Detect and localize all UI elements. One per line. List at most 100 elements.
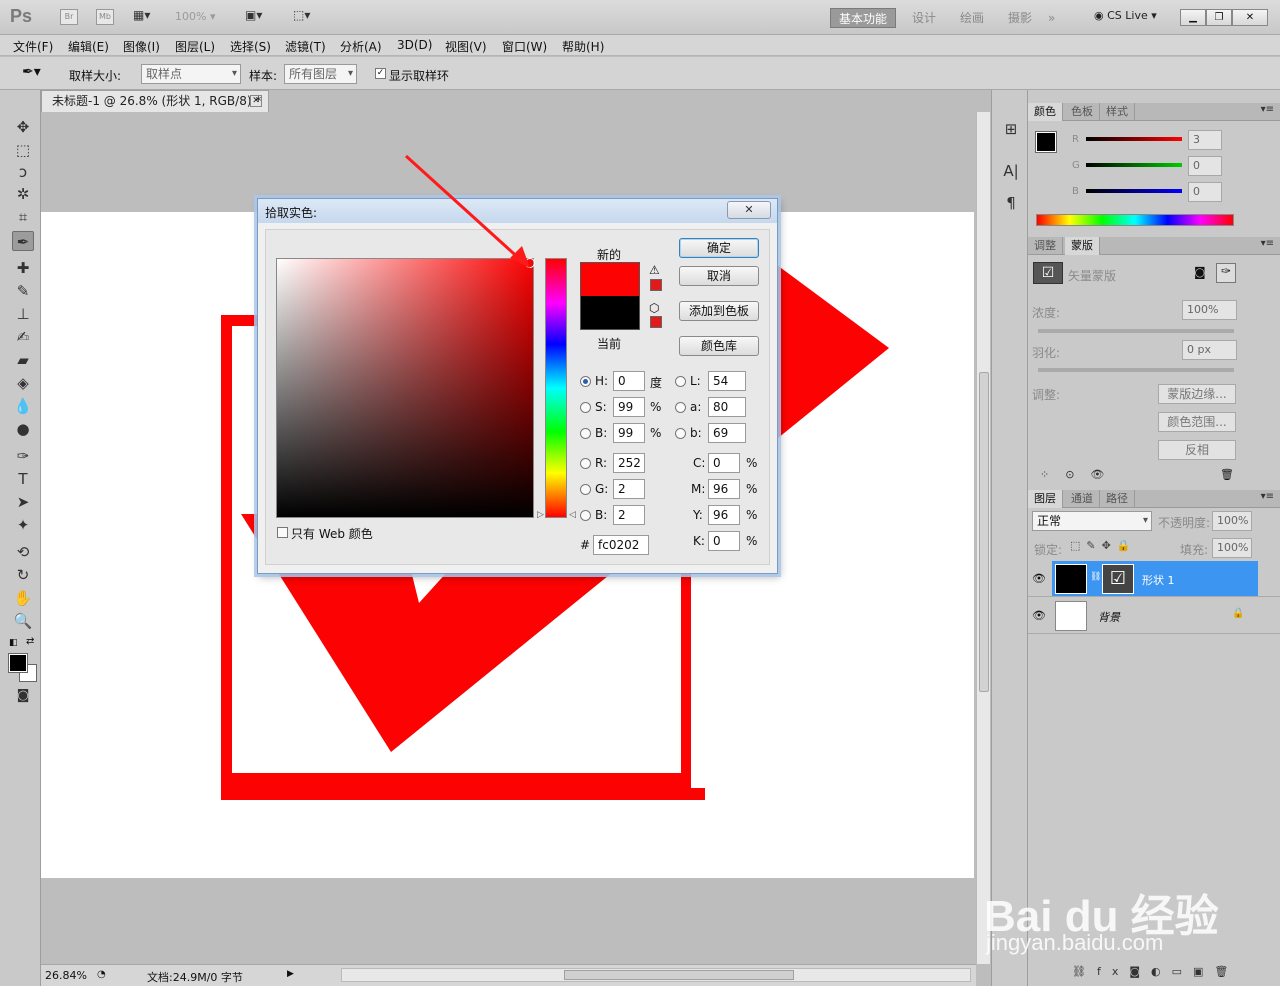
menu-help[interactable]: 帮助(H) (562, 38, 604, 55)
hue-radio[interactable] (580, 376, 591, 387)
web-safe-swatch[interactable] (650, 316, 662, 328)
arrange-documents-button[interactable]: ▣▾ (245, 8, 273, 26)
not-web-safe-icon[interactable]: ⬡ (649, 301, 659, 315)
hex-field[interactable]: fc0202 (593, 535, 649, 555)
tab-adjustments[interactable]: 调整 (1028, 237, 1063, 255)
add-to-swatches-button[interactable]: 添加到色板 (679, 301, 759, 321)
vertical-scroll-thumb[interactable] (979, 372, 989, 692)
magenta-field[interactable]: 96 (708, 479, 740, 499)
pixel-mask-icon[interactable]: ◙ (1194, 265, 1206, 279)
blue-radio[interactable] (580, 510, 591, 521)
density-field[interactable]: 100% (1182, 300, 1237, 320)
fill-field[interactable]: 100% (1212, 538, 1252, 558)
sample-select[interactable]: 所有图层 (284, 64, 357, 84)
paint-bucket-tool-icon[interactable]: ◈ (12, 373, 34, 393)
restore-button[interactable]: ❐ (1206, 9, 1232, 26)
menu-image[interactable]: 图像(I) (123, 38, 160, 55)
zoom-readout[interactable]: 26.84% (45, 969, 87, 982)
tab-swatches[interactable]: 色板 (1065, 103, 1100, 121)
paragraph-panel-icon[interactable]: ¶ (1000, 192, 1022, 214)
layers-list-item[interactable]: 👁 ⛓ ☑ 形状 1 (1028, 561, 1280, 597)
status-menu-icon[interactable]: ◔ (97, 969, 106, 980)
menu-window[interactable]: 窗口(W) (502, 38, 547, 55)
lightness-field[interactable]: 54 (708, 371, 746, 391)
custom-shape-tool-icon[interactable]: ✦ (12, 515, 34, 535)
hue-slider[interactable] (545, 258, 567, 518)
eyedropper-preset-icon[interactable]: ✒▾ (22, 64, 41, 80)
sample-size-select[interactable]: 取样点 (141, 64, 241, 84)
g-value-field[interactable]: 0 (1188, 156, 1222, 176)
visibility-eye-icon[interactable]: 👁 (1032, 609, 1046, 622)
workspace-essentials[interactable]: 基本功能 (830, 8, 897, 28)
dialog-close-button[interactable]: ✕ (727, 201, 771, 219)
vector-mask-icon[interactable]: ✑ (1216, 263, 1236, 283)
tab-masks[interactable]: 蒙版 (1065, 237, 1100, 255)
tab-layers[interactable]: 图层 (1028, 490, 1063, 508)
launch-minibridge-button[interactable]: Mb (96, 9, 114, 25)
default-colors-icon[interactable]: ◧ (9, 638, 18, 648)
history-panel-icon[interactable]: ⊞ (1000, 118, 1022, 140)
move-tool-icon[interactable]: ✥ (12, 117, 34, 137)
panel-menu-icon[interactable]: ▾≡ (1261, 238, 1274, 249)
menu-edit[interactable]: 编辑(E) (68, 38, 109, 55)
lasso-tool-icon[interactable]: ↄ (12, 162, 34, 182)
brush-tool-icon[interactable]: ✎ (12, 281, 34, 301)
opacity-field[interactable]: 100% (1212, 511, 1252, 531)
red-field[interactable]: 252 (613, 453, 645, 473)
color-spectrum-ramp[interactable] (1036, 214, 1234, 226)
mask-edge-button[interactable]: 蒙版边缘... (1158, 384, 1236, 404)
saturation-radio[interactable] (580, 402, 591, 413)
foreground-color-swatch[interactable] (8, 653, 28, 673)
workspace-painting[interactable]: 绘画 (952, 8, 992, 28)
3d-orbit-tool-icon[interactable]: ↻ (12, 565, 34, 585)
screen-mode-button[interactable]: ⬚▾ (293, 8, 321, 26)
blur-tool-icon[interactable]: 💧 (12, 396, 34, 416)
quick-mask-icon[interactable]: ◙ (12, 686, 34, 706)
close-window-button[interactable]: ✕ (1232, 9, 1268, 26)
a-channel-radio[interactable] (675, 402, 686, 413)
saturation-brightness-field[interactable] (276, 258, 534, 518)
panel-menu-icon[interactable]: ▾≡ (1261, 104, 1274, 115)
color-picker-cursor[interactable] (525, 258, 535, 268)
status-expand-arrow-icon[interactable]: ▶ (287, 969, 294, 979)
b-slider[interactable] (1086, 189, 1182, 193)
cs-live-menu[interactable]: ◉ CS Live ▾ (1094, 9, 1157, 22)
horizontal-scroll-thumb[interactable] (564, 970, 794, 980)
healing-brush-tool-icon[interactable]: ✚ (12, 258, 34, 278)
ok-button[interactable]: 确定 (679, 238, 759, 258)
mask-link-icon[interactable]: ⛓ (1090, 572, 1101, 582)
menu-layer[interactable]: 图层(L) (175, 38, 215, 55)
r-slider[interactable] (1086, 137, 1182, 141)
launch-bridge-button[interactable]: Br (60, 9, 78, 25)
green-radio[interactable] (580, 484, 591, 495)
feather-slider[interactable] (1038, 368, 1234, 372)
color-libraries-button[interactable]: 颜色库 (679, 336, 759, 356)
menu-view[interactable]: 视图(V) (445, 38, 487, 55)
swap-colors-icon[interactable]: ⇄ (26, 636, 34, 647)
view-extras-button[interactable]: ▦▾ (133, 8, 161, 26)
b-value-field[interactable]: 0 (1188, 182, 1222, 202)
feather-field[interactable]: 0 px (1182, 340, 1237, 360)
eraser-tool-icon[interactable]: ▰ (12, 350, 34, 370)
invert-button[interactable]: 反相 (1158, 440, 1236, 460)
g-slider[interactable] (1086, 163, 1182, 167)
quick-selection-tool-icon[interactable]: ✲ (12, 184, 34, 204)
tab-channels[interactable]: 通道 (1065, 490, 1100, 508)
hue-slider-left-arrow-icon[interactable]: ▷ (537, 510, 544, 520)
green-field[interactable]: 2 (613, 479, 645, 499)
eyedropper-tool-icon[interactable]: ✒ (12, 231, 34, 251)
zoom-level-select[interactable]: 100% ▾ (175, 10, 215, 23)
layers-list-item[interactable]: 👁 背景 🔒 (1028, 598, 1280, 634)
dialog-titlebar[interactable]: 拾取实色: ✕ (258, 199, 777, 223)
saturation-field[interactable]: 99 (613, 397, 645, 417)
more-workspaces-button[interactable]: » (1040, 8, 1063, 28)
horizontal-scrollbar[interactable] (341, 968, 971, 982)
panel-menu-icon[interactable]: ▾≡ (1261, 491, 1274, 502)
menu-3d[interactable]: 3D(D) (397, 38, 432, 52)
mask-panel-footer-icons[interactable]: ⁘⊙👁 (1040, 468, 1120, 481)
marquee-tool-icon[interactable]: ⬚ (12, 140, 34, 160)
pen-tool-icon[interactable]: ✑ (12, 446, 34, 466)
show-sampling-ring-checkbox[interactable]: ✓ (375, 68, 386, 79)
yellow-field[interactable]: 96 (708, 505, 740, 525)
blend-mode-select[interactable]: 正常 (1032, 511, 1152, 531)
